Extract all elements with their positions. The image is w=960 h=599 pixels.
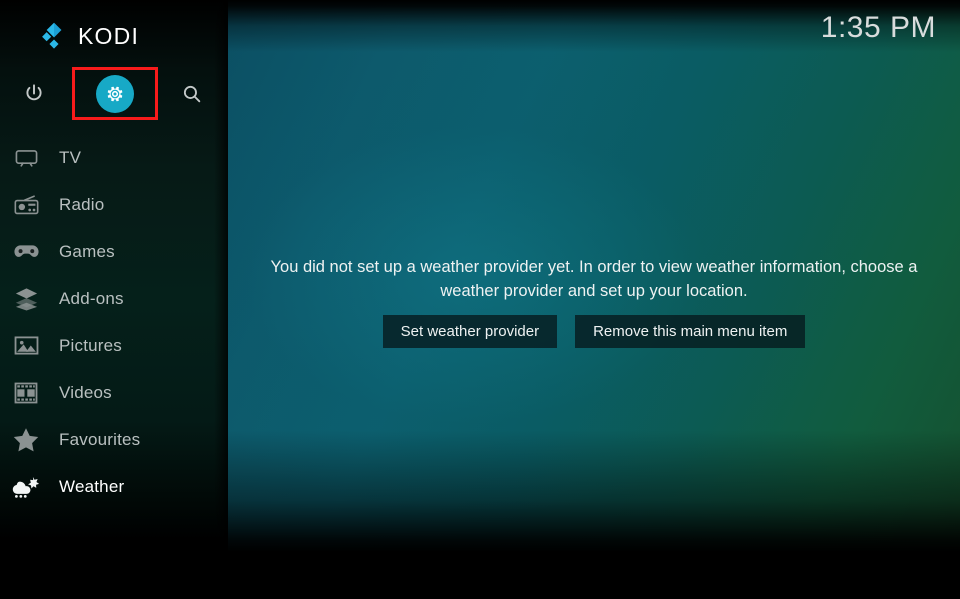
sidebar-item-label: Radio — [59, 195, 105, 214]
sidebar-item-weather[interactable]: Weather — [0, 463, 228, 510]
main-menu: TV Radio Games Add-ons Pictures Videos F… — [0, 134, 228, 510]
weather-setup-message: You did not set up a weather provider ye… — [270, 258, 918, 300]
sidebar-item-label: Games — [59, 242, 115, 261]
app-name: KODI — [78, 22, 140, 49]
clock: 1:35 PM — [820, 11, 936, 44]
pictures-icon — [9, 331, 43, 361]
kodi-home-screen: 1:35 PM KODI TV Radio Games Add-ons Pict… — [0, 0, 960, 599]
addons-box-icon — [9, 284, 43, 314]
kodi-diamond-logo-icon — [42, 22, 62, 49]
settings-button[interactable] — [89, 68, 141, 120]
tv-icon — [9, 143, 43, 173]
sidebar-item-radio[interactable]: Radio — [0, 181, 228, 228]
sidebar-item-label: Pictures — [59, 336, 123, 355]
sidebar-item-label: Videos — [59, 383, 112, 402]
star-icon — [9, 425, 43, 455]
film-strip-icon — [9, 378, 43, 408]
power-icon — [26, 84, 42, 101]
sidebar-item-label: TV — [59, 148, 82, 167]
sidebar-item-label: Add-ons — [59, 289, 124, 308]
gamepad-icon — [9, 237, 43, 267]
sidebar-item-addons[interactable]: Add-ons — [0, 275, 228, 322]
sidebar-item-label: Favourites — [59, 430, 141, 449]
radio-icon — [9, 190, 43, 220]
remove-main-menu-item-button[interactable]: Remove this main menu item — [575, 315, 806, 348]
weather-cloud-sun-rain-icon — [9, 472, 43, 502]
search-icon — [183, 85, 201, 103]
sidebar-top-icon-row — [0, 68, 228, 120]
sidebar-item-games[interactable]: Games — [0, 228, 228, 275]
sidebar-item-tv[interactable]: TV — [0, 134, 228, 181]
sidebar: KODI TV Radio Games Add-ons Pictures Vid… — [0, 0, 228, 599]
sidebar-item-favourites[interactable]: Favourites — [0, 416, 228, 463]
search-button[interactable] — [166, 68, 218, 120]
weather-action-buttons: Set weather provider Remove this main me… — [248, 315, 940, 348]
power-button[interactable] — [8, 68, 60, 120]
sidebar-item-label: Weather — [59, 477, 125, 496]
app-logo: KODI — [40, 22, 139, 50]
settings-circle — [96, 75, 134, 113]
gear-icon — [107, 86, 123, 102]
sidebar-item-videos[interactable]: Videos — [0, 369, 228, 416]
set-weather-provider-button[interactable]: Set weather provider — [382, 315, 558, 348]
sidebar-item-pictures[interactable]: Pictures — [0, 322, 228, 369]
